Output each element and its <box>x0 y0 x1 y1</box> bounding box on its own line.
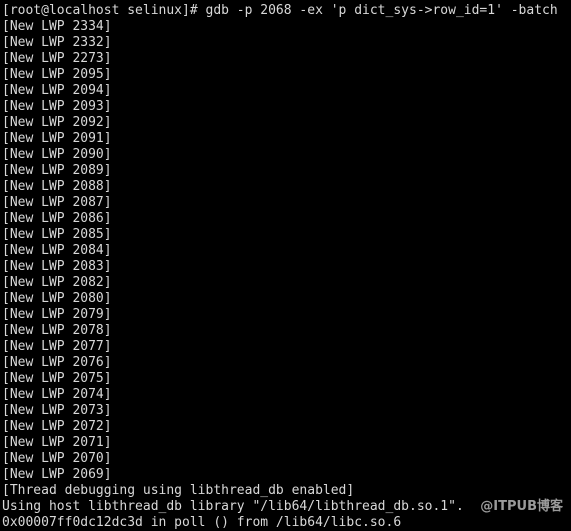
terminal-line: [New LWP 2082] <box>2 275 112 290</box>
terminal-line: [New LWP 2078] <box>2 323 112 338</box>
terminal-line: [New LWP 2072] <box>2 419 112 434</box>
terminal-line: [New LWP 2075] <box>2 371 112 386</box>
terminal-line: [New LWP 2073] <box>2 403 112 418</box>
terminal-line: [New LWP 2070] <box>2 451 112 466</box>
terminal-line: [New LWP 2080] <box>2 291 112 306</box>
terminal-line: [New LWP 2089] <box>2 163 112 178</box>
terminal-line: [New LWP 2088] <box>2 179 112 194</box>
terminal-window[interactable]: [root@localhost selinux]# gdb -p 2068 -e… <box>0 0 571 531</box>
terminal-line: 0x00007ff0dc12dc3d in poll () from /lib6… <box>2 515 402 530</box>
terminal-line: [New LWP 2085] <box>2 227 112 242</box>
terminal-line: Using host libthread_db library "/lib64/… <box>2 499 464 514</box>
terminal-line: [New LWP 2090] <box>2 147 112 162</box>
terminal-line: [New LWP 2083] <box>2 259 112 274</box>
terminal-line: [New LWP 2071] <box>2 435 112 450</box>
terminal-line: [New LWP 2079] <box>2 307 112 322</box>
terminal-line: [New LWP 2091] <box>2 131 112 146</box>
terminal-line: [New LWP 2094] <box>2 83 112 98</box>
terminal-line: [root@localhost selinux]# gdb -p 2068 -e… <box>2 3 558 18</box>
terminal-line: [New LWP 2273] <box>2 51 112 66</box>
terminal-line: [New LWP 2332] <box>2 35 112 50</box>
terminal-line: [New LWP 2086] <box>2 211 112 226</box>
terminal-line: [New LWP 2069] <box>2 467 112 482</box>
terminal-line: [New LWP 2093] <box>2 99 112 114</box>
terminal-line: [New LWP 2334] <box>2 19 112 34</box>
terminal-line: [New LWP 2087] <box>2 195 112 210</box>
terminal-output: [root@localhost selinux]# gdb -p 2068 -e… <box>2 3 571 531</box>
terminal-line: [New LWP 2095] <box>2 67 112 82</box>
terminal-line: [New LWP 2077] <box>2 339 112 354</box>
terminal-line: [New LWP 2076] <box>2 355 112 370</box>
terminal-line: [New LWP 2074] <box>2 387 112 402</box>
terminal-line: [New LWP 2092] <box>2 115 112 130</box>
terminal-line: [New LWP 2084] <box>2 243 112 258</box>
terminal-line: [Thread debugging using libthread_db ena… <box>2 483 355 498</box>
